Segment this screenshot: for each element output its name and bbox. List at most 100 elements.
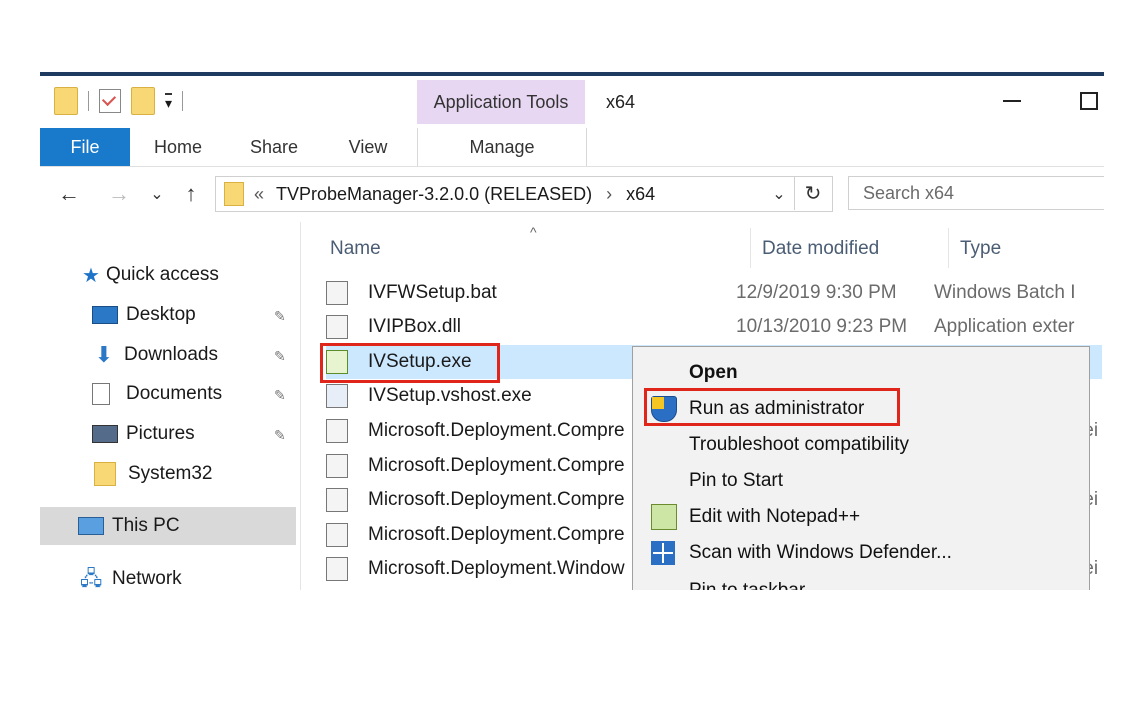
windows-defender-icon bbox=[651, 541, 675, 565]
tab-home[interactable]: Home bbox=[130, 128, 226, 166]
tab-manage[interactable]: Manage bbox=[417, 128, 587, 166]
navigation-bar: ← → ⌄ ↑ « TVProbeManager-3.2.0.0 (RELEAS… bbox=[40, 174, 1104, 214]
xml-file-icon bbox=[326, 454, 348, 478]
breadcrumb-item-tvprobemanager[interactable]: TVProbeManager-3.2.0.0 (RELEASED) bbox=[276, 184, 592, 205]
dll-file-icon bbox=[326, 488, 348, 512]
file-name: IVIPBox.dll bbox=[368, 316, 461, 337]
table-row[interactable]: IVIPBox.dll 10/13/2010 9:23 PM Applicati… bbox=[326, 310, 1102, 344]
column-divider[interactable] bbox=[750, 228, 751, 268]
recent-locations-chevron-icon[interactable]: ⌄ bbox=[144, 180, 170, 208]
navigation-pane: ★ Quick access Desktop ✎ ⬇ Downloads ✎ D… bbox=[40, 222, 298, 590]
dll-file-icon bbox=[326, 315, 348, 339]
file-type: Application exter bbox=[934, 316, 1075, 337]
new-folder-icon[interactable] bbox=[131, 87, 155, 115]
folder-icon[interactable] bbox=[54, 87, 78, 115]
highlight-box-run-as-administrator bbox=[644, 388, 900, 426]
sidebar-item-label: Network bbox=[112, 568, 182, 589]
file-explorer-window: ▾ Application Tools x64 File Home Share … bbox=[40, 72, 1104, 590]
tab-file[interactable]: File bbox=[40, 128, 130, 166]
breadcrumb-item-x64[interactable]: x64 bbox=[626, 184, 655, 205]
column-divider[interactable] bbox=[948, 228, 949, 268]
desktop-icon bbox=[92, 306, 118, 324]
menu-item-label: Pin to taskbar bbox=[689, 580, 805, 590]
pane-divider[interactable] bbox=[300, 222, 301, 590]
tab-share[interactable]: Share bbox=[226, 128, 322, 166]
menu-item-scan-with-defender[interactable]: Scan with Windows Defender... bbox=[633, 535, 1089, 571]
breadcrumb-overflow[interactable]: « bbox=[254, 184, 264, 205]
sidebar-item-desktop[interactable]: Desktop bbox=[92, 300, 196, 330]
column-header-date-modified[interactable]: Date modified bbox=[762, 238, 879, 260]
file-name: Microsoft.Deployment.Window bbox=[368, 558, 625, 579]
pictures-icon bbox=[92, 425, 118, 443]
pin-icon[interactable]: ✎ bbox=[274, 427, 286, 444]
sidebar-item-label: Downloads bbox=[124, 344, 218, 365]
batch-file-icon bbox=[326, 281, 348, 305]
menu-item-open[interactable]: Open bbox=[633, 355, 1089, 391]
customize-toolbar-dropdown-icon[interactable]: ▾ bbox=[165, 92, 173, 110]
pin-icon[interactable]: ✎ bbox=[274, 387, 286, 404]
column-header-name[interactable]: Name bbox=[330, 238, 381, 260]
file-name: IVSetup.vshost.exe bbox=[368, 385, 532, 406]
menu-item-label: Scan with Windows Defender... bbox=[689, 542, 952, 563]
menu-item-edit-with-notepad[interactable]: Edit with Notepad++ bbox=[633, 499, 1089, 535]
sidebar-item-documents[interactable]: Documents bbox=[92, 379, 222, 409]
menu-item-troubleshoot-compatibility[interactable]: Troubleshoot compatibility bbox=[633, 427, 1089, 463]
minimize-icon[interactable] bbox=[1003, 100, 1021, 102]
breadcrumb-separator-icon[interactable]: › bbox=[606, 184, 612, 205]
file-name: Microsoft.Deployment.Compre bbox=[368, 420, 625, 441]
search-input[interactable]: Search x64 bbox=[848, 176, 1104, 210]
menu-item-label: Troubleshoot compatibility bbox=[689, 434, 910, 455]
xml-file-icon bbox=[326, 523, 348, 547]
tab-view[interactable]: View bbox=[322, 128, 414, 166]
window-top-border bbox=[40, 72, 1104, 76]
menu-item-label: Edit with Notepad++ bbox=[689, 506, 861, 527]
computer-icon bbox=[78, 517, 104, 535]
file-type: Windows Batch I bbox=[934, 282, 1076, 303]
refresh-icon[interactable]: ↻ bbox=[794, 176, 831, 210]
window-title: x64 bbox=[606, 92, 636, 112]
file-name: Microsoft.Deployment.Compre bbox=[368, 524, 625, 545]
forward-arrow-icon[interactable]: → bbox=[106, 180, 132, 208]
menu-item-pin-to-taskbar[interactable]: Pin to taskbar bbox=[633, 573, 1089, 590]
file-name: Microsoft.Deployment.Compre bbox=[368, 489, 625, 510]
table-row[interactable]: IVFWSetup.bat 12/9/2019 9:30 PM Windows … bbox=[326, 276, 1102, 310]
sidebar-item-downloads[interactable]: ⬇ Downloads bbox=[92, 340, 218, 370]
star-icon: ★ bbox=[82, 264, 100, 287]
sidebar-item-pictures[interactable]: Pictures bbox=[92, 419, 195, 449]
sidebar-item-quick-access[interactable]: ★ Quick access bbox=[82, 260, 219, 290]
highlight-box-ivsetup bbox=[320, 343, 500, 383]
dll-file-icon bbox=[326, 557, 348, 581]
dll-file-icon bbox=[326, 419, 348, 443]
address-bar[interactable]: « TVProbeManager-3.2.0.0 (RELEASED) › x6… bbox=[215, 176, 833, 212]
sidebar-item-label: Documents bbox=[126, 383, 223, 404]
application-exe-icon bbox=[326, 384, 348, 408]
menu-item-label: Pin to Start bbox=[689, 470, 783, 491]
address-dropdown-chevron-icon[interactable]: ⌄ bbox=[766, 180, 792, 208]
sidebar-item-label: Quick access bbox=[105, 264, 219, 285]
application-tools-context-tab: Application Tools bbox=[417, 80, 585, 124]
sidebar-item-this-pc[interactable]: This PC bbox=[40, 507, 296, 545]
ribbon-tabs: File Home Share View Manage bbox=[40, 128, 1104, 167]
context-menu: Open Run as administrator Troubleshoot c… bbox=[632, 346, 1090, 590]
pin-icon[interactable]: ✎ bbox=[274, 348, 286, 365]
properties-check-icon[interactable] bbox=[99, 89, 121, 113]
menu-item-pin-to-start[interactable]: Pin to Start bbox=[633, 463, 1089, 499]
file-date: 12/9/2019 9:30 PM bbox=[736, 282, 897, 303]
column-header-type[interactable]: Type bbox=[960, 238, 1001, 260]
toolbar-divider bbox=[88, 91, 89, 111]
up-arrow-icon[interactable]: ↑ bbox=[178, 180, 204, 208]
file-name: IVFWSetup.bat bbox=[368, 282, 497, 303]
sidebar-item-system32[interactable]: System32 bbox=[94, 459, 212, 489]
download-arrow-icon: ⬇ bbox=[94, 342, 114, 367]
menu-item-label: Open bbox=[689, 362, 738, 383]
pin-icon[interactable]: ✎ bbox=[274, 308, 286, 325]
sidebar-item-label: Pictures bbox=[126, 423, 195, 444]
sidebar-item-network[interactable]: 🖧 Network bbox=[80, 564, 182, 590]
sidebar-item-label: Desktop bbox=[126, 304, 196, 325]
back-arrow-icon[interactable]: ← bbox=[56, 180, 82, 208]
toolbar-divider bbox=[182, 91, 184, 111]
folder-icon bbox=[94, 462, 116, 486]
documents-icon bbox=[92, 383, 110, 405]
maximize-icon[interactable] bbox=[1080, 92, 1098, 110]
notepad-plus-plus-icon bbox=[651, 504, 677, 530]
